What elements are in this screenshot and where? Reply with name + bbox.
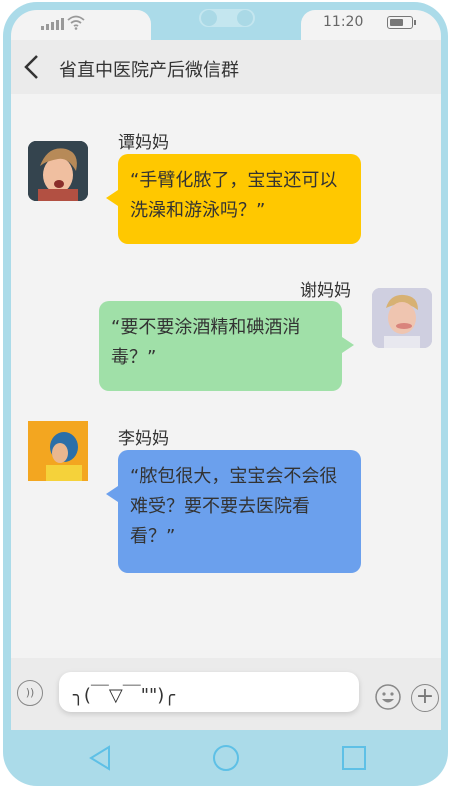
chat-header: 省直中医院产后微信群	[11, 40, 441, 94]
recent-apps-icon[interactable]	[341, 745, 367, 771]
sender-name: 谢妈妈	[300, 281, 351, 301]
home-icon[interactable]	[212, 744, 240, 772]
message-input[interactable]: ╮(￣▽￣"")╭	[59, 672, 359, 712]
back-icon[interactable]	[19, 52, 45, 82]
wifi-icon	[67, 15, 85, 30]
avatar-xie[interactable]	[372, 288, 432, 348]
message-bubble[interactable]: “脓包很大，宝宝会不会很难受？要不要去医院看看？”	[106, 450, 361, 573]
input-bar: )) ╮(￣▽￣"")╭ +	[11, 658, 441, 730]
navigation-bar	[3, 730, 448, 786]
plus-icon[interactable]: +	[411, 684, 439, 712]
avatar-tan[interactable]	[28, 141, 88, 201]
message-bubble[interactable]: “手臂化脓了，宝宝还可以洗澡和游泳吗？”	[106, 154, 361, 244]
status-bar-right	[301, 10, 441, 40]
message-bubble[interactable]: “要不要涂酒精和碘酒消毒？”	[99, 301, 354, 391]
sender-name: 李妈妈	[118, 429, 169, 449]
avatar-li[interactable]	[28, 421, 88, 481]
chat-title: 省直中医院产后微信群	[59, 60, 239, 81]
chat-screen: 省直中医院产后微信群 谭妈妈 “手臂化脓了，宝宝还可以洗澡和游泳吗？” 谢妈妈 …	[11, 40, 441, 730]
battery-icon	[387, 16, 416, 29]
sender-name: 谭妈妈	[118, 133, 169, 153]
status-bar: 11:20	[3, 2, 448, 40]
signal-icon	[41, 18, 64, 30]
status-time: 11:20	[323, 14, 364, 30]
message-input-text: ╮(￣▽￣"")╭	[73, 685, 176, 706]
back-nav-icon[interactable]	[87, 744, 113, 772]
camera-icon	[199, 9, 255, 27]
emoji-icon[interactable]	[375, 684, 401, 710]
voice-icon[interactable]: ))	[17, 680, 43, 706]
phone-frame: 11:20 省直中医院产后微信群 谭妈妈 “手臂化脓了，宝宝还可以洗澡和游泳吗？…	[3, 2, 448, 786]
